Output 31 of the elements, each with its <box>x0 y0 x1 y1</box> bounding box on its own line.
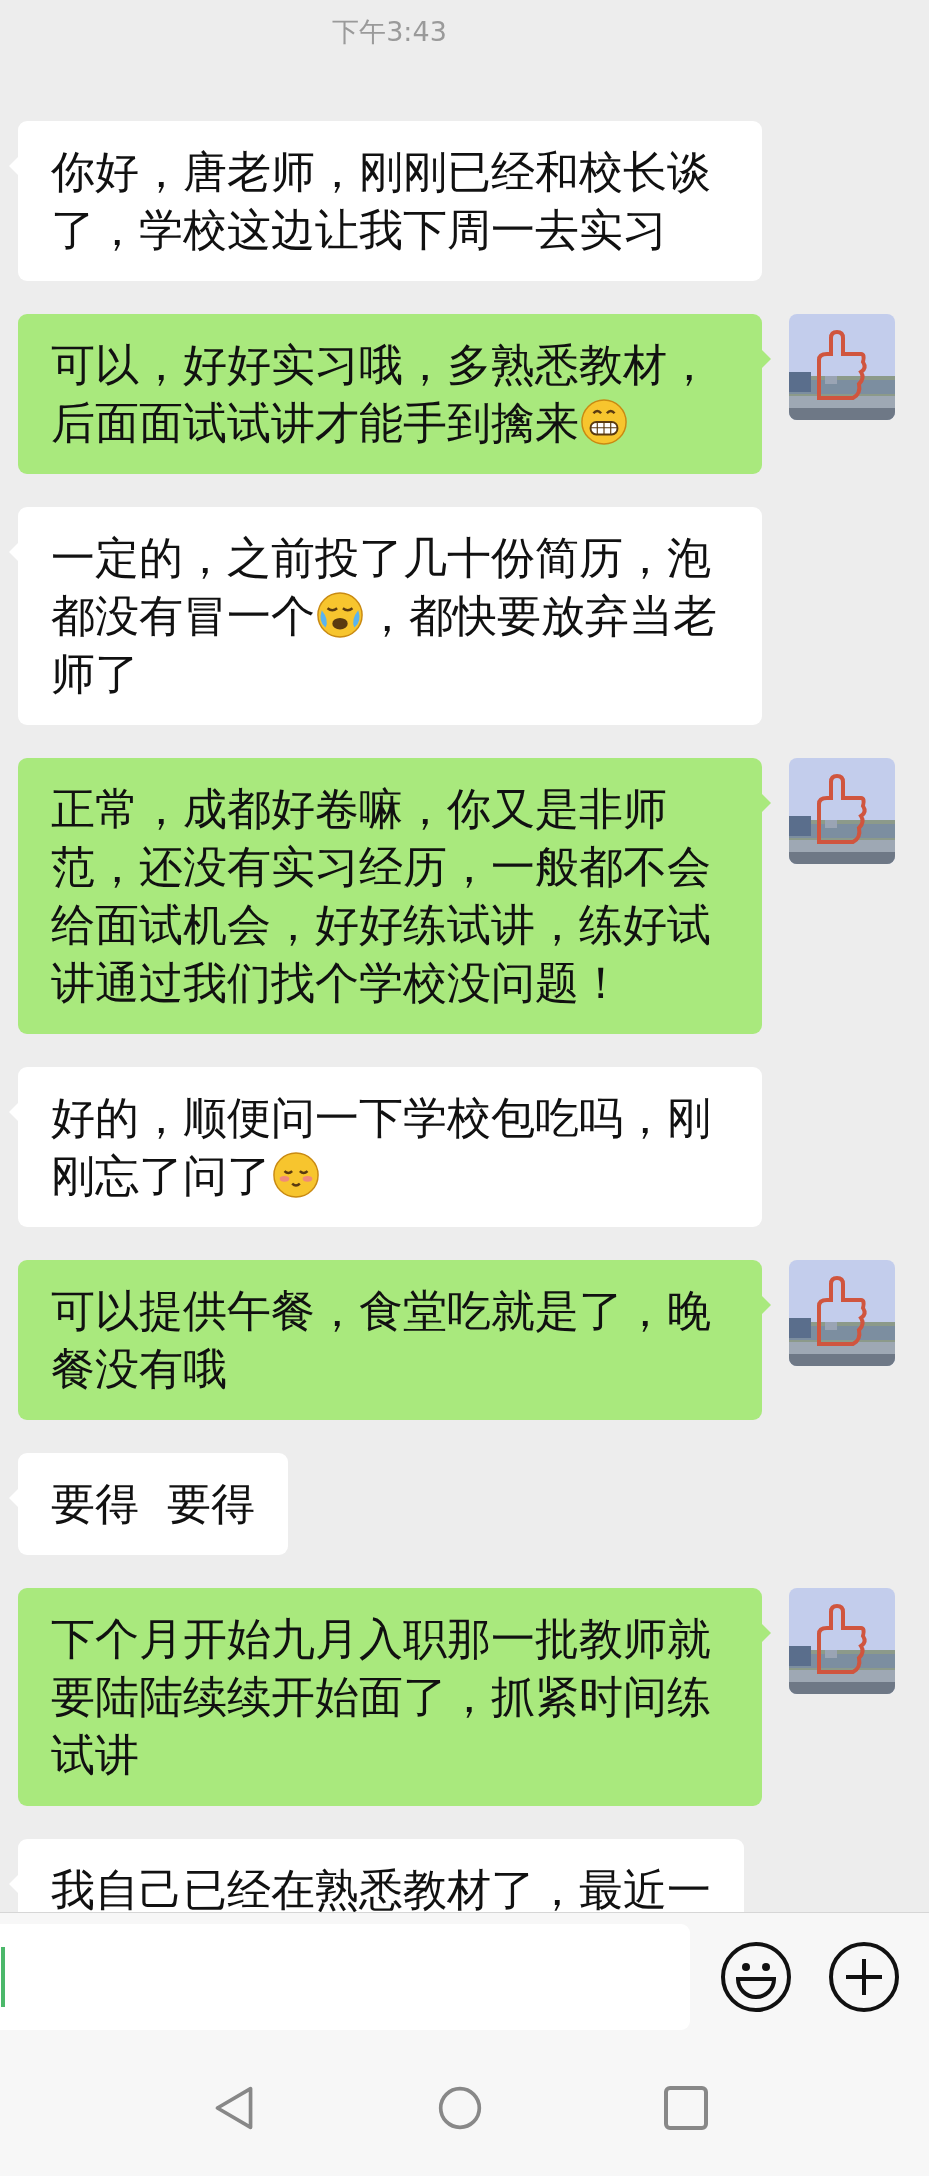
grinning-face-icon <box>580 398 628 446</box>
message-text: 给面试机会，好好练试讲，练好试 <box>51 899 711 950</box>
message-text: 讲通过我们找个学校没问题！ <box>51 957 623 1008</box>
recents-icon[interactable] <box>662 2085 709 2131</box>
crying-face-icon <box>316 591 364 639</box>
message-text: 餐没有哦 <box>51 1343 227 1394</box>
message-text: 正常，成都好卷嘛，你又是非师 <box>51 783 667 834</box>
text-cursor <box>1 1946 5 2007</box>
message-text: 一定的，之前投了几十份简历，泡 <box>51 532 711 583</box>
blushing-face-icon <box>272 1151 320 1199</box>
message-text: 刚忘了问了 <box>51 1150 271 1201</box>
message-text: 可以，好好实习哦，多熟悉教材， <box>51 339 711 390</box>
emoji-icon[interactable] <box>720 1940 792 2013</box>
message-text: 你好，唐老师，刚刚已经和校长谈 <box>51 146 711 197</box>
message-text: 要陆陆续续开始面了，抓紧时间练 <box>51 1671 711 1722</box>
message-text: 可以提供午餐，食堂吃就是了，晚 <box>51 1285 711 1336</box>
home-icon[interactable] <box>436 2085 483 2131</box>
message-text: 都没有冒一个 <box>51 590 315 641</box>
message-text: 试讲 <box>51 1729 139 1780</box>
message-text: ，都快要放弃当老 <box>365 590 717 641</box>
message-text: 师了 <box>51 648 139 699</box>
message-text: 范，还没有实习经历，一般都不会 <box>51 841 711 892</box>
message-text: 好的，顺便问一下学校包吃吗，刚 <box>51 1092 711 1143</box>
message-text: 后面面试试讲才能手到擒来 <box>51 397 579 448</box>
message-text: 了，学校这边让我下周一去实习 <box>51 204 667 255</box>
message-text: 我自己已经在熟悉教材了，最近一 <box>51 1864 711 1915</box>
add-icon[interactable] <box>828 1940 900 2013</box>
timestamp: 下午3:43 <box>332 15 447 49</box>
message-text: 下个月开始九月入职那一批教师就 <box>51 1613 711 1664</box>
input-field[interactable] <box>0 1923 690 2030</box>
message-text: 要得 要得 <box>51 1478 255 1529</box>
